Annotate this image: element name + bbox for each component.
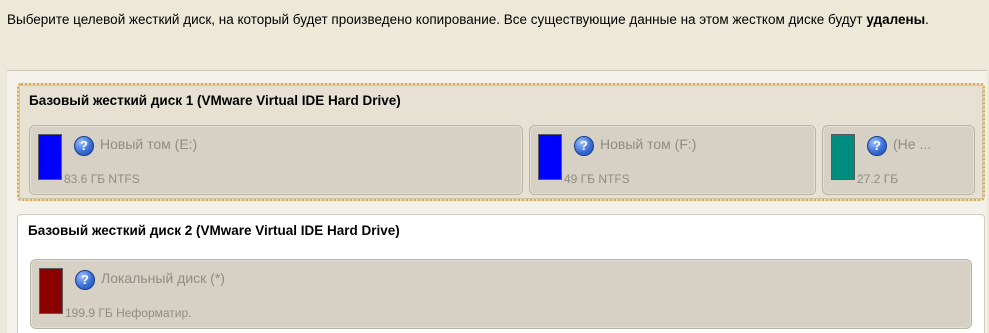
partition-color-bar xyxy=(831,134,855,180)
partition-color-bar xyxy=(38,134,62,180)
instruction-end: . xyxy=(925,12,929,27)
partition-color-bar xyxy=(538,134,562,180)
partition-info: 83.6 ГБ NTFS xyxy=(64,172,140,186)
disk-title: Базовый жесткий диск 2 (VMware Virtual I… xyxy=(28,223,400,238)
partition-name: (Не ... xyxy=(893,136,932,152)
partition-info: 27.2 ГБ xyxy=(857,172,899,186)
partition-e[interactable]: ? Новый том (E:) 83.6 ГБ NTFS xyxy=(29,125,523,195)
partition-name: Локальный диск (*) xyxy=(101,270,225,286)
help-icon[interactable]: ? xyxy=(574,136,594,156)
partition-color-bar xyxy=(39,268,63,314)
disk-2[interactable]: Базовый жесткий диск 2 (VMware Virtual I… xyxy=(17,214,985,333)
instruction-emphasis: удалены xyxy=(866,12,926,27)
partition-info: 199.9 ГБ Неформатир. xyxy=(65,306,192,320)
instruction-main: Выберите целевой жесткий диск, на которы… xyxy=(7,12,867,27)
help-icon[interactable]: ? xyxy=(74,136,94,156)
partition-f[interactable]: ? Новый том (F:) 49 ГБ NTFS xyxy=(529,125,816,195)
disk-title: Базовый жесткий диск 1 (VMware Virtual I… xyxy=(29,93,401,108)
help-icon[interactable]: ? xyxy=(867,136,887,156)
partition-info: 49 ГБ NTFS xyxy=(564,172,630,186)
partition-unallocated[interactable]: ? (Не ... 27.2 ГБ xyxy=(822,125,975,195)
disk-list[interactable]: Базовый жесткий диск 1 (VMware Virtual I… xyxy=(7,70,987,333)
disk-1[interactable]: Базовый жесткий диск 1 (VMware Virtual I… xyxy=(17,83,985,201)
help-icon[interactable]: ? xyxy=(75,270,95,290)
partition-name: Новый том (F:) xyxy=(600,136,697,152)
partition-local[interactable]: ? Локальный диск (*) 199.9 ГБ Неформатир… xyxy=(30,259,972,329)
instruction-text: Выберите целевой жесткий диск, на которы… xyxy=(7,10,982,30)
partition-name: Новый том (E:) xyxy=(100,136,198,152)
